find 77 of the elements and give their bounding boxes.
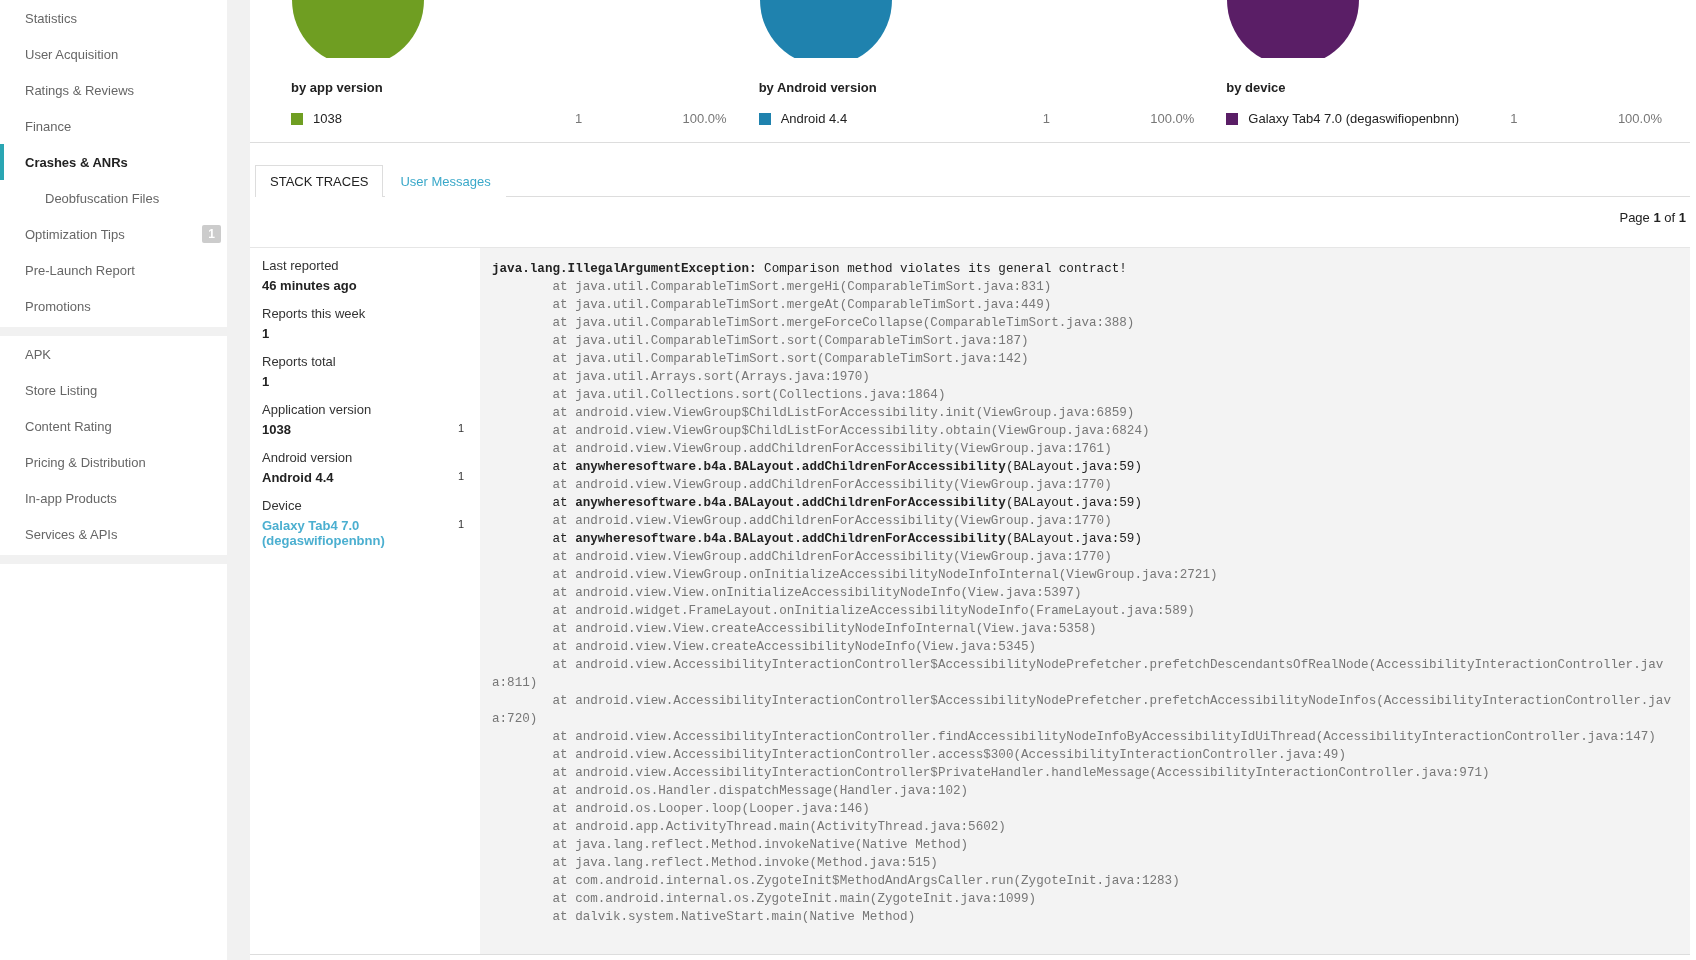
stack-trace-line: at android.view.ViewGroup.addChildrenForAccessibility(ViewGroup.java:1770): [551, 477, 1113, 494]
stack-trace-line: at android.view.View.createAccessibilityNodeInfo(View.java:5345): [551, 639, 1038, 656]
detail-count: 1: [457, 518, 464, 530]
stack-trace-line: at java.util.ComparableTimSort.mergeAt(ComparableTimSort.java:449): [551, 297, 1053, 314]
stack-trace-line: at android.view.ViewGroup.onInitializeAccessibilityNodeInfoInternal(ViewGroup.java:2721): [551, 567, 1219, 584]
detail-label: Device: [262, 498, 303, 513]
stack-trace-line: at android.view.View.onInitializeAccessibilityNodeInfo(View.java:5397): [551, 585, 1083, 602]
stack-trace-line: at android.os.Looper.loop(Looper.java:146): [551, 801, 871, 818]
stack-trace-line: at android.view.AccessibilityInteractionController$PrivateHandler.handleMessage(AccessibilityInteractionController.java:971): [551, 765, 1491, 782]
stack-trace-line: at java.util.Collections.sort(Collections.java:1864): [551, 387, 947, 404]
sidebar-item[interactable]: Finance: [0, 108, 227, 144]
detail-label: Application version: [262, 402, 373, 417]
stack-trace-line: at java.util.ComparableTimSort.sort(ComparableTimSort.java:187): [551, 333, 1030, 350]
stack-trace-line: at anywheresoftware.b4a.BALayout.addChildrenForAccessibility(BALayout.java:59): [551, 531, 1143, 548]
detail-count: 1: [457, 422, 464, 434]
sidebar-item[interactable]: Services & APIs: [0, 516, 227, 552]
detail-value: 1: [262, 326, 270, 341]
legend-percent: 100.0%: [1616, 111, 1662, 126]
stack-trace-line: at java.lang.reflect.Method.invokeNative(Native Method): [551, 837, 970, 854]
stack-trace-line: at android.view.ViewGroup.addChildrenForAccessibility(ViewGroup.java:1770): [551, 549, 1113, 566]
stack-trace-line: at java.util.ComparableTimSort.sort(ComparableTimSort.java:142): [551, 351, 1030, 368]
stack-trace-line: at android.view.AccessibilityInteractionController.findAccessibilityNodeInfoByAccessibilityIdUiThread(AccessibilityInteractionController.java:147): [551, 729, 1657, 746]
sidebar-item[interactable]: In-app Products: [0, 480, 227, 516]
stack-trace-line: at java.lang.reflect.Method.invoke(Method.java:515): [551, 855, 939, 872]
legend-count: 1: [1509, 111, 1519, 126]
stack-trace-line: at anywheresoftware.b4a.BALayout.addChildrenForAccessibility(BALayout.java:59): [551, 459, 1143, 476]
stack-trace-line: at android.app.ActivityThread.main(ActivityThread.java:5602): [551, 819, 1007, 836]
detail-count: 1: [457, 470, 464, 482]
stack-trace-line: at android.view.ViewGroup$ChildListForAccessibility.obtain(ViewGroup.java:6824): [551, 423, 1151, 440]
detail-value: Android 4.4: [262, 470, 334, 485]
detail-value: 1038: [262, 422, 291, 437]
stack-trace-line: at android.view.AccessibilityInteractionController.access$300(AccessibilityInteractionController.java:49): [551, 747, 1347, 764]
sidebar-item[interactable]: APK: [0, 336, 227, 372]
sidebar-item[interactable]: Pre-Launch Report: [0, 252, 227, 288]
legend-percent: 100.0%: [1149, 111, 1195, 126]
stack-trace-line: at com.android.internal.os.ZygoteInit$MethodAndArgsCaller.run(ZygoteInit.java:1283): [551, 873, 1181, 890]
detail-label: Reports total: [262, 354, 337, 369]
legend-label: Android 4.4: [780, 111, 849, 126]
legend-label: Galaxy Tab4 7.0 (degaswifiopenbnn): [1248, 111, 1461, 126]
stack-trace-line: at anywheresoftware.b4a.BALayout.addChildrenForAccessibility(BALayout.java:59): [551, 495, 1143, 512]
stack-trace-line: java.lang.IllegalArgumentException: Comparison method violates its general contract!: [492, 261, 1128, 278]
chart-title: by device: [1226, 80, 1287, 95]
stack-trace-line: at android.view.AccessibilityInteractionController$AccessibilityNodePrefetcher.prefetchAccessibilityNodeInfos(AccessibilityInteractionController.java:720): [492, 693, 1672, 728]
detail-value: 1: [262, 374, 270, 389]
sidebar-item[interactable]: User Acquisition: [0, 36, 227, 72]
sidebar-item[interactable]: Ratings & Reviews: [0, 72, 227, 108]
detail-value: 46 minutes ago: [262, 278, 357, 293]
sidebar-item[interactable]: Content Rating: [0, 408, 227, 444]
stack-trace-line: at android.view.View.createAccessibilityNodeInfoInternal(View.java:5358): [551, 621, 1098, 638]
stack-trace-line: at dalvik.system.NativeStart.main(Native Method): [551, 909, 917, 926]
legend-count: 1: [574, 111, 584, 126]
stack-trace-line: at com.android.internal.os.ZygoteInit.main(ZygoteInit.java:1099): [551, 891, 1038, 908]
chart-title: by Android version: [758, 80, 878, 95]
sidebar-item[interactable]: Promotions: [0, 288, 227, 324]
legend-label: 1038: [313, 111, 343, 126]
tab[interactable]: STACK TRACES: [255, 165, 384, 197]
sidebar-item[interactable]: Crashes & ANRs: [0, 144, 227, 180]
stack-trace-line: at android.view.ViewGroup.addChildrenForAccessibility(ViewGroup.java:1770): [551, 513, 1113, 530]
sidebar-item[interactable]: Pricing & Distribution: [0, 444, 227, 480]
detail-label: Last reported: [262, 258, 340, 273]
stack-trace-line: at java.util.ComparableTimSort.mergeForceCollapse(ComparableTimSort.java:388): [551, 315, 1136, 332]
stack-trace-line: at java.util.ComparableTimSort.mergeHi(ComparableTimSort.java:831): [551, 279, 1053, 296]
detail-label: Android version: [262, 450, 354, 465]
sidebar-item[interactable]: Deobfuscation Files: [0, 180, 227, 216]
sidebar-item[interactable]: Statistics: [0, 0, 227, 36]
chart-title: by app version: [291, 80, 384, 95]
sidebar-item[interactable]: Store Listing: [0, 372, 227, 408]
detail-label: Reports this week: [262, 306, 367, 321]
legend-percent: 100.0%: [681, 111, 727, 126]
stack-trace-line: at android.view.ViewGroup.addChildrenForAccessibility(ViewGroup.java:1761): [551, 441, 1113, 458]
stack-trace-line: at android.view.AccessibilityInteractionController$AccessibilityNodePrefetcher.prefetchDescendantsOfRealNode(AccessibilityInteractionController.java:811): [492, 657, 1665, 692]
legend-count: 1: [1041, 111, 1051, 126]
stack-trace-line: at android.view.ViewGroup$ChildListForAccessibility.init(ViewGroup.java:6859): [551, 405, 1136, 422]
stack-trace-line: at java.util.Arrays.sort(Arrays.java:1970): [551, 369, 871, 386]
page-indicator: Page 1 of 1: [1619, 210, 1686, 225]
stack-trace-line: at android.os.Handler.dispatchMessage(Handler.java:102): [551, 783, 970, 800]
stack-trace-line: at android.widget.FrameLayout.onInitializeAccessibilityNodeInfo(FrameLayout.java:589): [551, 603, 1196, 620]
